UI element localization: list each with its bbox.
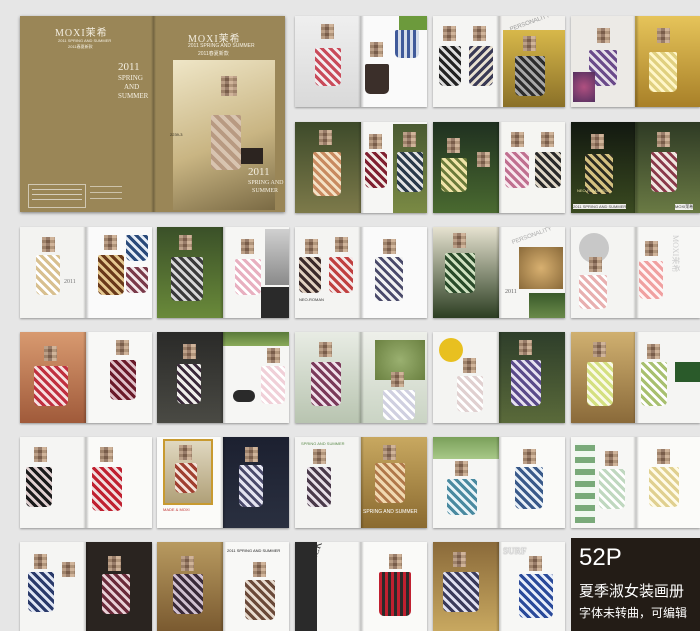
spread-r6-c2: 2011 SPRING AND SUMMER (157, 542, 289, 631)
spread-r3-c3: NEO-ROMAN (295, 227, 427, 318)
front-cover-sub2: 2011春夏新款 (198, 51, 229, 57)
back-cover-line1: SPRING (118, 74, 143, 82)
front-cover-line2: SUMMER (252, 188, 279, 194)
spread-r5-c1 (20, 437, 152, 528)
label-made-in: MADE & MOXI (163, 507, 190, 512)
spread-r4-c4 (433, 332, 565, 423)
front-cover-code: 2239-3 (170, 132, 183, 137)
spread-r1-c3 (571, 16, 700, 107)
spread-r3-c2 (157, 227, 289, 318)
cover-spread: MOXI茉希 2011 SPRING AND SUMMER 2011春夏新款 2… (20, 16, 285, 212)
label-moxi-small: MOXI茉希 (675, 204, 694, 210)
spread-r5-c5 (571, 437, 700, 528)
back-cover-brand: MOXI茉希 (55, 28, 108, 39)
back-cover-contact (90, 186, 122, 204)
label-moxi-vertical: MOXI茉希 (671, 235, 680, 273)
promo-pages: 52P (579, 544, 622, 571)
back-cover-line3: SUMMER (118, 92, 149, 100)
promo-subtitle: 字体未转曲，可编辑 (579, 606, 688, 620)
back-cover-sub: 2011 SPRING AND SUMMER (58, 38, 112, 43)
promo-title: 夏季淑女装画册 (579, 583, 685, 600)
label-spring-summer-2: SPRING AND SUMMER (301, 441, 345, 446)
spread-r2-c3: NEO-ROMANTIC 2011 SPRING AND SUMMER MOXI… (571, 122, 700, 213)
label-spring-summer-3: SPRING AND SUMMER (363, 509, 418, 515)
spread-r6-c4: SURF (433, 542, 565, 631)
spread-r1-c1 (295, 16, 427, 107)
spread-r6-c3: BLACK (295, 542, 427, 631)
back-cover-year: 2011 (118, 61, 140, 73)
spread-r2-c1 (295, 122, 427, 213)
back-cover-line2: AND (124, 83, 140, 91)
spread-r1-c2: PERSONALITY (433, 16, 565, 107)
label-surf: SURF (503, 546, 527, 556)
spread-r4-c5 (571, 332, 700, 423)
promo-panel: 52P 夏季淑女装画册 字体未转曲，可编辑 (571, 538, 700, 631)
front-cover-line1: SPRING AND (248, 180, 284, 186)
front-cover-sub: 2011 SPRING AND SUMMER (188, 43, 255, 49)
spread-r3-c1: 2011 (20, 227, 152, 318)
front-cover-year: 2011 (248, 166, 270, 178)
spread-r4-c3 (295, 332, 427, 423)
spread-r3-c4: PERSONALITY 2011 (433, 227, 565, 318)
label-year-2011-a: 2011 (64, 279, 76, 285)
spread-r5-c4 (433, 437, 565, 528)
spread-r5-c2: MADE & MOXI (157, 437, 289, 528)
label-neo-romantic-1: NEO-ROMANTIC (577, 188, 609, 193)
spread-r6-c1 (20, 542, 152, 631)
spread-r4-c2 (157, 332, 289, 423)
spread-r2-c2 (433, 122, 565, 213)
spread-r5-c3: SPRING AND SUMMER SPRING AND SUMMER (295, 437, 427, 528)
label-year-2011-b: 2011 (505, 289, 517, 295)
spread-r4-c1 (20, 332, 152, 423)
label-neo-romantic-2: NEO-ROMAN (299, 297, 324, 302)
label-spring-summer-1: 2011 SPRING AND SUMMER (573, 204, 627, 209)
back-cover-sub2: 2011春夏新款 (68, 44, 93, 49)
back-cover-info-box (28, 184, 86, 208)
spread-r3-c5: MOXI茉希 (571, 227, 700, 318)
label-spring-summer-4: 2011 SPRING AND SUMMER (227, 548, 281, 553)
